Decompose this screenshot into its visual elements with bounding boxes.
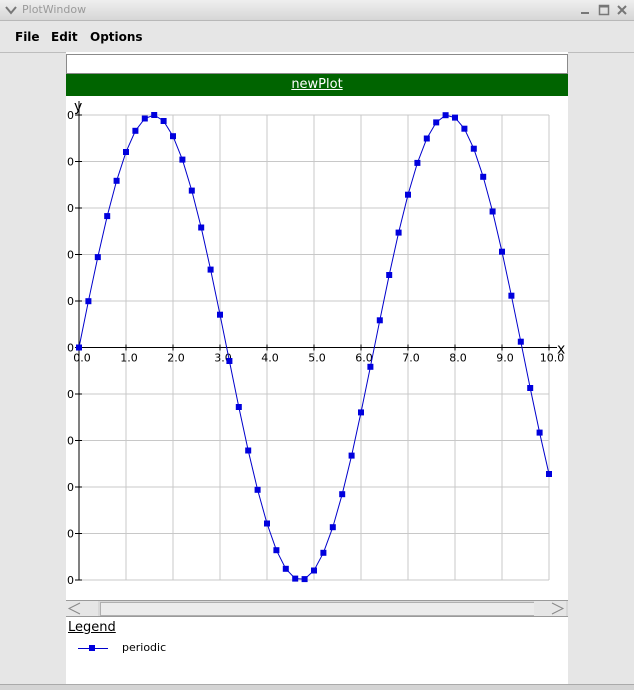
data-point [160, 118, 167, 124]
data-point [452, 114, 458, 121]
y-tick-label: 0 [67, 574, 74, 587]
data-point [339, 491, 346, 498]
data-point [461, 125, 468, 132]
y-tick-label: 0 [67, 109, 74, 122]
x-tick-label: 4.0 [261, 352, 279, 365]
scroll-left-icon [67, 602, 81, 615]
data-point [433, 119, 440, 126]
data-point [273, 547, 280, 554]
legend-entry-label: periodic [122, 641, 167, 654]
data-point [94, 254, 101, 261]
data-point [395, 229, 402, 236]
y-tick-label: 0 [67, 202, 74, 215]
data-point [320, 549, 327, 556]
legend-title: Legend [68, 620, 116, 635]
data-point [76, 344, 82, 351]
y-tick-label: 0 [67, 295, 74, 308]
horizontal-scrollbar[interactable] [66, 600, 568, 617]
data-point [217, 311, 223, 318]
data-point [198, 224, 205, 231]
window-bottom-edge [0, 684, 634, 690]
data-point [405, 191, 411, 198]
data-point [489, 208, 496, 215]
x-tick-label: 9.0 [496, 352, 514, 365]
data-point [179, 156, 186, 163]
y-tick-label: 0 [67, 342, 74, 355]
data-point [423, 135, 430, 142]
legend-marker-swatch [89, 645, 95, 651]
x-tick-label: 2.0 [167, 352, 185, 365]
data-point [292, 575, 299, 582]
data-point [358, 409, 364, 416]
data-point [264, 520, 270, 527]
axes [75, 101, 557, 581]
scroll-left-button[interactable] [66, 601, 98, 616]
x-tick-label: 8.0 [449, 352, 467, 365]
scroll-right-button[interactable] [534, 601, 566, 616]
data-point [235, 404, 242, 410]
data-point [85, 298, 92, 305]
data-point [376, 317, 383, 324]
data-point [123, 149, 129, 155]
y-tick-label: 0 [67, 528, 74, 541]
data-point [517, 338, 524, 345]
data-point [141, 115, 148, 122]
x-tick-label: 5.0 [308, 352, 326, 365]
x-tick-label: 0.0 [73, 352, 91, 365]
data-point [329, 524, 336, 531]
x-tick-label: 6.0 [355, 352, 373, 365]
data-point [536, 429, 543, 436]
scroll-thumb[interactable] [100, 602, 550, 616]
data-point [311, 567, 317, 574]
y-tick-label: 0 [67, 435, 74, 448]
data-point [480, 173, 487, 180]
y-tick-label: 0 [67, 156, 74, 169]
x-tick-label: 1.0 [120, 352, 138, 365]
data-point [348, 452, 355, 459]
scroll-right-icon [551, 602, 565, 615]
data-point [188, 187, 195, 194]
data-point [499, 248, 505, 255]
x-tick-label: 7.0 [402, 352, 420, 365]
data-point [301, 576, 308, 583]
data-point [226, 358, 233, 364]
x-axis-label: x [557, 342, 565, 358]
data-point [386, 272, 393, 278]
y-tick-label: 0 [67, 249, 74, 262]
data-point [367, 363, 374, 370]
y-tick-label: 0 [67, 388, 74, 401]
y-tick-label: 0 [67, 481, 74, 494]
data-point [132, 127, 139, 134]
data-point [282, 565, 289, 572]
data-point [104, 213, 111, 220]
data-point [470, 145, 477, 152]
data-point [151, 112, 158, 118]
data-point [254, 486, 261, 493]
data-point [414, 159, 421, 166]
data-point [442, 112, 449, 119]
data-point [245, 447, 252, 454]
data-point [546, 471, 552, 477]
plot-canvas: 0.0 1.0 2.0 3.0 4.0 5.0 6.0 7.0 8.0 9.0 10.0000000… [67, 99, 565, 587]
data-point [170, 133, 176, 140]
data-point [508, 292, 515, 299]
data-point [113, 177, 120, 184]
data-point [527, 385, 534, 391]
y-axis-label: y [74, 99, 82, 115]
data-point [207, 266, 214, 273]
